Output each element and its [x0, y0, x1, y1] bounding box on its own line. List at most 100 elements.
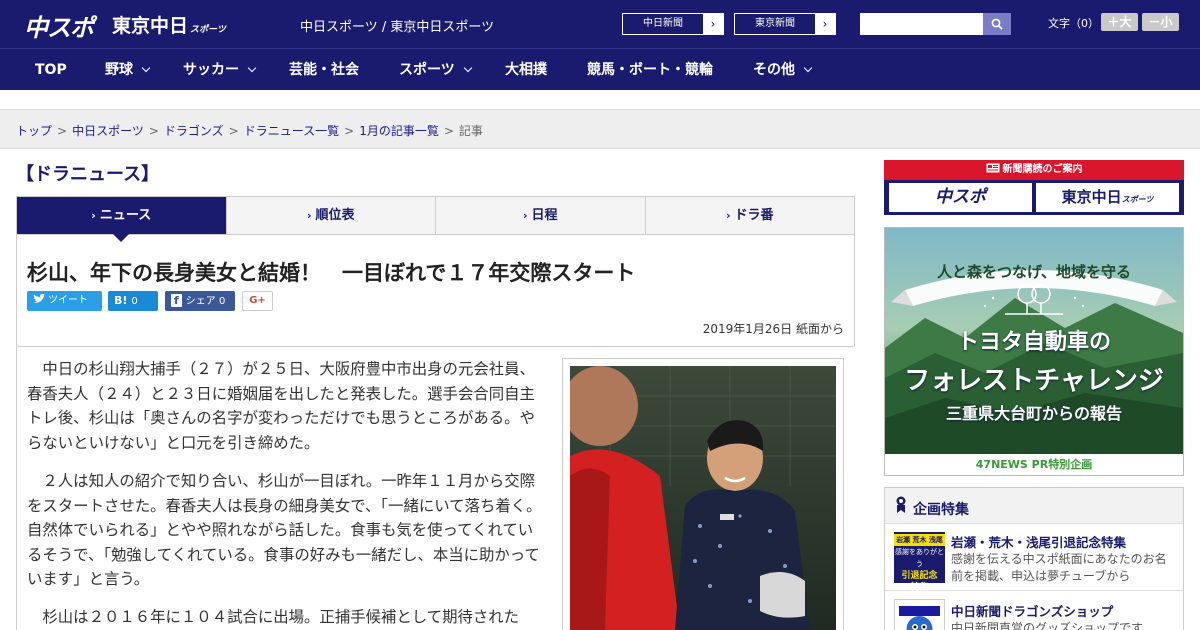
- nav-sumo[interactable]: 大相撲: [505, 49, 547, 91]
- doala-mascot-icon: [899, 606, 940, 630]
- tab-label: 順位表: [315, 208, 355, 223]
- subscription-head: 新聞購読のご案内: [884, 160, 1184, 180]
- nav-entertainment[interactable]: 芸能・社会: [289, 49, 359, 91]
- tokyo-chunichi-logo[interactable]: 東京中日 スポーツ: [112, 11, 226, 38]
- chevron-right-icon: ›: [306, 209, 312, 222]
- breadcrumb: トップ > 中日スポーツ > ドラゴンズ > ドラニュース一覧 >1月の記事一覧 > 記事: [16, 122, 483, 139]
- twitter-bird-icon: [33, 293, 45, 303]
- breadcrumb-top[interactable]: トップ: [16, 124, 52, 138]
- chevron-right-icon: ›: [91, 209, 96, 222]
- forest-challenge-ad[interactable]: 人と森をつなげ、地域を守る トヨタ自動車の フォレストチャレンジ 三重県大台町か…: [884, 227, 1184, 476]
- newspaper-icon: [986, 163, 999, 173]
- thumb-line: 岩瀬 荒木 浅尾: [894, 534, 945, 546]
- nav-racing[interactable]: 競馬・ボート・競輪: [587, 49, 713, 91]
- feature-head: 企画特集: [885, 488, 1183, 524]
- tab-label: 日程: [531, 208, 558, 223]
- link-label: 東京新聞: [755, 18, 795, 29]
- feature-item-desc: 中日新聞直営のグッズショップです: [951, 621, 1144, 630]
- chuspo-logo[interactable]: 中スポ: [24, 8, 94, 43]
- ad-line2: フォレストチャレンジ: [904, 366, 1164, 396]
- nav-label: その他: [753, 62, 795, 78]
- feature-title: 企画特集: [913, 502, 969, 518]
- feature-item-retirement[interactable]: 岩瀬 荒木 浅尾 感謝をありがとう 引退記念 特集 岩瀬・荒木・浅尾引退記念特集…: [885, 524, 1183, 593]
- medal-icon: [896, 496, 906, 513]
- hatena-button[interactable]: B! 0: [108, 291, 158, 311]
- facebook-icon: f: [171, 294, 182, 307]
- google-plus-icon: G+: [249, 295, 266, 306]
- breadcrumb-sep: >: [344, 124, 355, 138]
- site-names: 中日スポーツ / 東京中日スポーツ: [300, 20, 495, 35]
- subscribe-tokyo-text: 東京中日: [1061, 188, 1122, 206]
- nav-sports[interactable]: スポーツ: [399, 49, 472, 91]
- tweet-button[interactable]: ツイート: [27, 291, 102, 311]
- chevron-down-icon: [463, 63, 472, 73]
- subscribe-tokyo-logo[interactable]: 東京中日スポーツ: [1036, 183, 1179, 212]
- ad-line3: 三重県大台町からの報告: [945, 404, 1122, 423]
- nav-soccer[interactable]: サッカー: [183, 49, 257, 91]
- thumb-line: 感謝をありがとう: [895, 548, 944, 568]
- breadcrumb-current: 記事: [458, 124, 483, 138]
- breadcrumb-sep: >: [443, 124, 454, 138]
- player-photo-illustration: [570, 366, 836, 630]
- nav-baseball[interactable]: 野球: [105, 49, 151, 91]
- chevron-down-icon: [141, 63, 151, 73]
- nav-top[interactable]: TOP: [35, 49, 67, 91]
- google-plus-button[interactable]: G+: [242, 291, 273, 311]
- chevron-right-icon: ›: [703, 14, 723, 34]
- photo-image: [570, 366, 836, 630]
- font-smaller-button[interactable]: －小: [1142, 13, 1179, 31]
- chevron-right-icon: ›: [522, 209, 528, 222]
- tab-schedule[interactable]: › 日程: [436, 197, 646, 234]
- chevron-down-icon: [803, 63, 813, 73]
- facebook-share-button[interactable]: f シェア 0: [165, 291, 235, 311]
- breadcrumb-news-list[interactable]: ドラニュース一覧: [244, 124, 339, 138]
- article-headline: 杉山、年下の長身美女と結婚！ 一目ぼれで１７年交際スタート: [27, 261, 636, 285]
- chevron-right-icon: ›: [815, 14, 835, 34]
- article-paragraph: 中日の杉山翔大捕手（２７）が２５日、大阪府豊中市出身の元会社員、春香夫人（２４）…: [27, 360, 535, 452]
- article-paragraph: ２人は知人の紹介で知り合い、杉山が一目ぼれ。一昨年１１月から交際をスタートさせた…: [27, 472, 542, 589]
- tab-news[interactable]: › ニュース: [17, 197, 227, 242]
- nav-label: スポーツ: [399, 62, 455, 78]
- article-photo[interactable]: [562, 358, 844, 630]
- breadcrumb-january-list[interactable]: 1月の記事一覧: [359, 124, 439, 138]
- font-size-label: 文字（0）: [1048, 17, 1099, 30]
- breadcrumb-dragons[interactable]: ドラゴンズ: [164, 124, 224, 138]
- ad-banner-text: 人と森をつなげ、地域を守る: [937, 263, 1131, 281]
- search-box: [860, 13, 1011, 35]
- spacer-strip: [0, 90, 1200, 110]
- search-button[interactable]: [983, 13, 1011, 35]
- article-paragraph: 杉山は２０１６年に１０４試合に出場。正捕手候補として期待された: [42, 608, 520, 626]
- tab-reporter[interactable]: › ドラ番: [646, 197, 855, 234]
- breadcrumb-bar: トップ > 中日スポーツ > ドラゴンズ > ドラニュース一覧 >1月の記事一覧 > 記事: [0, 110, 1200, 149]
- font-larger-button[interactable]: ＋大: [1101, 13, 1138, 31]
- nav-label: 芸能・社会: [289, 62, 359, 78]
- article-date: 2019年1月26日 紙面から: [702, 322, 844, 336]
- hatena-count: 0: [131, 296, 138, 307]
- subscription-banner[interactable]: 新聞購読のご案内 中スポ 東京中日スポーツ: [884, 160, 1184, 215]
- breadcrumb-sep: >: [148, 124, 159, 138]
- feature-item-shop[interactable]: 中日新聞ドラゴンズショップ 中日新聞直営のグッズショップです: [885, 591, 1183, 630]
- nav-label: 競馬・ボート・競輪: [587, 62, 713, 78]
- feature-item-desc: 感謝を伝える中スポ紙面にあなたのお名前を掲載、申込は夢チューブから: [951, 552, 1167, 583]
- tokyo-shimbun-link[interactable]: 東京新聞 ›: [734, 13, 836, 35]
- subscribe-chuspo-logo[interactable]: 中スポ: [889, 183, 1032, 212]
- news-tabs: › ニュース › 順位表 › 日程 › ドラ番: [16, 196, 855, 242]
- subscribe-tokyo-sub: スポーツ: [1121, 195, 1154, 204]
- feature-item-title: 中日新聞ドラゴンズショップ: [951, 604, 1114, 619]
- tweet-label: ツイート: [48, 295, 88, 306]
- search-input[interactable]: [860, 13, 983, 35]
- hatena-bookmark-icon: B!: [114, 294, 128, 307]
- feature-item-title: 岩瀬・荒木・浅尾引退記念特集: [951, 535, 1127, 550]
- breadcrumb-sep: >: [228, 124, 239, 138]
- facebook-share-label: シェア 0: [185, 296, 226, 307]
- tab-standings[interactable]: › 順位表: [227, 197, 436, 234]
- chunichi-shimbun-link[interactable]: 中日新聞 ›: [622, 13, 724, 35]
- nav-other[interactable]: その他: [753, 49, 813, 91]
- ad-footer: 47NEWS PR特別企画: [885, 454, 1183, 475]
- feature-thumb: 岩瀬 荒木 浅尾 感謝をありがとう 引退記念 特集: [894, 532, 945, 593]
- nav-label: サッカー: [183, 62, 239, 78]
- tokyo-logo-sub: スポーツ: [190, 25, 226, 35]
- breadcrumb-chunichi-sports[interactable]: 中日スポーツ: [72, 124, 144, 138]
- tab-label: ドラ番: [734, 208, 774, 223]
- thumb-line: 引退記念: [901, 571, 938, 581]
